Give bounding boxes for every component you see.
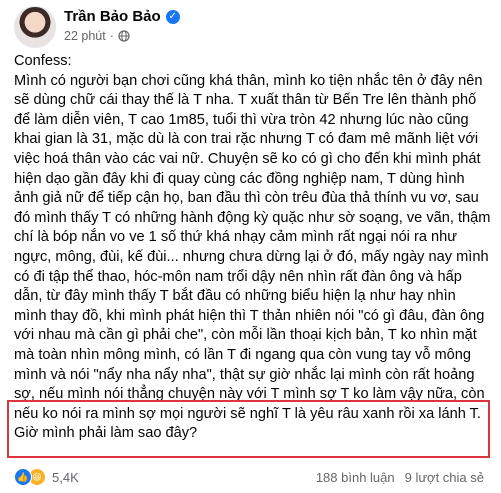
reaction-icons: 👍 😆 — [14, 468, 46, 486]
post-content: Confess: Mình có người bạn chơi cũng khá… — [14, 52, 492, 444]
meta-separator: · — [109, 29, 114, 43]
comment-count[interactable]: 188 bình luận — [316, 470, 395, 485]
engagement-counts: 188 bình luận 9 lượt chia sẻ — [316, 470, 484, 485]
verified-badge-icon: ✓ — [165, 9, 180, 24]
post-footer: 👍 😆 5,4K 188 bình luận 9 lượt chia sẻ — [14, 466, 484, 488]
reaction-count: 5,4K — [52, 469, 79, 485]
author-row: Trần Bảo Bảo ✓ — [64, 8, 180, 25]
like-icon: 👍 — [14, 468, 32, 486]
share-count[interactable]: 9 lượt chia sẻ — [405, 470, 484, 485]
post-meta: 22 phút · — [64, 29, 130, 43]
avatar[interactable] — [14, 6, 56, 48]
post-time[interactable]: 22 phút — [64, 29, 106, 43]
globe-icon — [118, 30, 130, 42]
author-name[interactable]: Trần Bảo Bảo — [64, 8, 161, 25]
post-header: Trần Bảo Bảo ✓ 22 phút · — [14, 4, 494, 50]
post-heading: Confess: — [14, 53, 72, 69]
reactions-summary[interactable]: 👍 😆 5,4K — [14, 468, 79, 486]
post-body: Mình có người bạn chơi cũng khá thân, mì… — [14, 72, 491, 442]
